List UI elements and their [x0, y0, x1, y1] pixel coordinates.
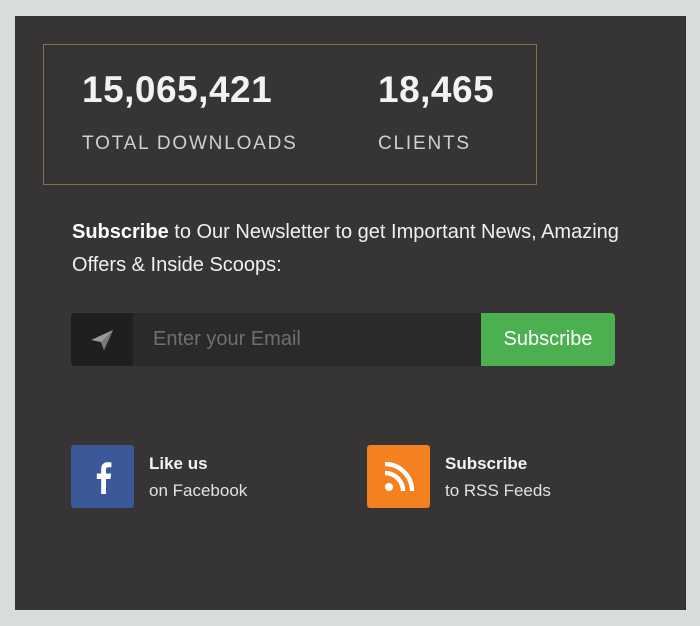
- downloads-label: TOTAL DOWNLOADS: [82, 133, 298, 154]
- facebook-link[interactable]: Like us on Facebook: [71, 445, 247, 508]
- facebook-title: Like us: [149, 453, 208, 473]
- paper-plane-icon: [71, 313, 133, 366]
- rss-link[interactable]: Subscribe to RSS Feeds: [367, 445, 551, 508]
- subscribe-button[interactable]: Subscribe: [481, 313, 615, 366]
- downloads-stat: 15,065,421 TOTAL DOWNLOADS: [82, 69, 298, 155]
- clients-count: 18,465: [378, 69, 495, 110]
- facebook-f-glyph: [96, 461, 111, 494]
- rss-title: Subscribe: [445, 453, 528, 473]
- rss-icon[interactable]: [367, 445, 430, 508]
- subscribe-form: Subscribe: [71, 313, 615, 366]
- paper-plane-icon-svg: [91, 329, 113, 350]
- clients-label: CLIENTS: [378, 133, 471, 154]
- email-input[interactable]: [133, 313, 481, 366]
- clients-stat: 18,465 CLIENTS: [378, 69, 494, 155]
- footer-widget: 15,065,421 TOTAL DOWNLOADS 18,465 CLIENT…: [15, 16, 686, 610]
- stats-box: 15,065,421 TOTAL DOWNLOADS 18,465 CLIENT…: [43, 44, 537, 185]
- rss-text: Subscribe to RSS Feeds: [445, 450, 551, 504]
- downloads-count: 15,065,421: [82, 69, 273, 110]
- facebook-subtitle: on Facebook: [149, 480, 248, 500]
- rss-glyph: [384, 461, 414, 491]
- facebook-icon[interactable]: [71, 445, 134, 508]
- facebook-text: Like us on Facebook: [149, 450, 247, 504]
- newsletter-lead: Subscribe: [72, 221, 169, 243]
- newsletter-description: Subscribe to Our Newsletter to get Impor…: [72, 216, 632, 282]
- rss-subtitle: to RSS Feeds: [445, 480, 551, 500]
